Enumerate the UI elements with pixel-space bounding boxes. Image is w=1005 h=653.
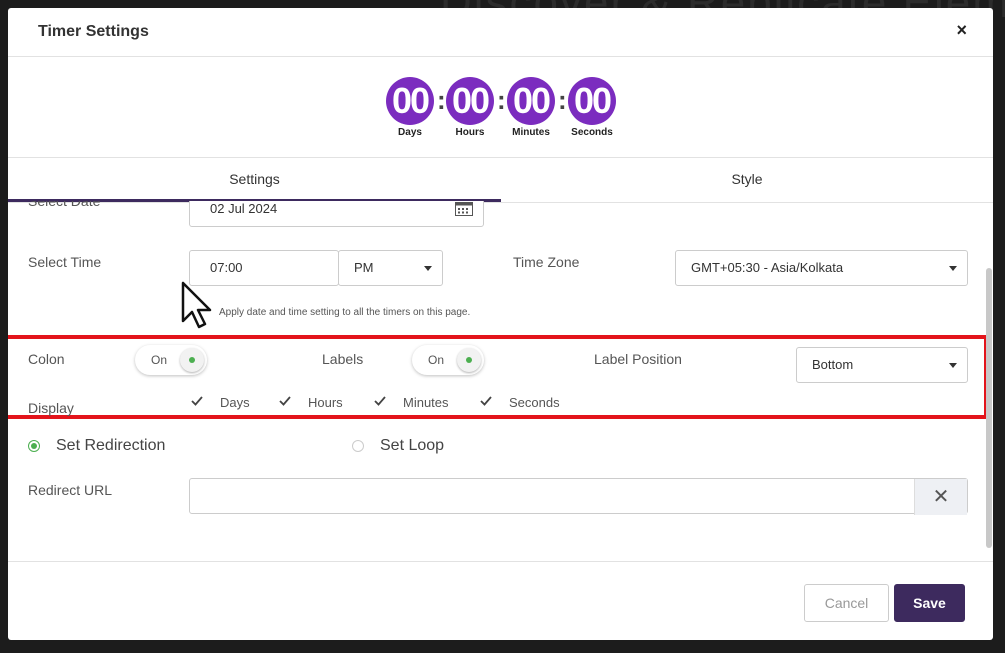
labels-toggle-text: On xyxy=(428,353,445,367)
chevron-down-icon xyxy=(949,266,957,271)
clear-icon[interactable]: ✕ xyxy=(914,479,967,515)
select-date-label: Select Date xyxy=(28,201,101,209)
timer-unit-label: Seconds xyxy=(571,127,613,138)
radio-dot xyxy=(31,443,37,449)
timer-unit-seconds: 00 Seconds xyxy=(568,77,616,138)
toggle-knob xyxy=(457,348,481,372)
tab-bar: Settings Style xyxy=(8,157,993,203)
display-label: Display xyxy=(28,400,74,416)
timer-separator: : xyxy=(437,85,446,115)
select-time-label: Select Time xyxy=(28,254,102,270)
label-position-value: Bottom xyxy=(812,357,854,372)
timer-separator: : xyxy=(497,85,506,115)
radio-selected-icon xyxy=(28,440,40,452)
mouse-cursor-icon xyxy=(181,281,212,329)
radio-label: Set Loop xyxy=(380,437,445,454)
timezone-select[interactable]: GMT+05:30 - Asia/Kolkata xyxy=(675,250,968,286)
timer-digit: 00 xyxy=(446,77,494,125)
timer-unit-label: Hours xyxy=(455,127,485,138)
label-position-select[interactable]: Bottom xyxy=(796,347,968,383)
timer-unit-days: 00 Days xyxy=(386,77,434,138)
redirect-url-input[interactable]: ✕ xyxy=(189,478,968,515)
checkbox-label: Days xyxy=(220,395,250,410)
toggle-on-dot xyxy=(466,357,472,363)
date-value: 02 Jul 2024 xyxy=(210,201,278,216)
timer-unit-label: Minutes xyxy=(512,127,550,138)
close-icon[interactable]: × xyxy=(956,20,967,41)
timer-unit-label: Days xyxy=(398,127,422,138)
timezone-value: GMT+05:30 - Asia/Kolkata xyxy=(691,260,844,275)
timer-digit: 00 xyxy=(507,77,555,125)
timer-unit-hours: 00 Hours xyxy=(446,77,494,138)
tab-style[interactable]: Style xyxy=(501,158,993,202)
timer-preview: 00 Days : 00 Hours : 00 Minutes : 00 Sec… xyxy=(8,57,993,157)
colon-toggle-text: On xyxy=(151,353,168,367)
modal-title: Timer Settings xyxy=(38,23,149,40)
radio-label: Set Redirection xyxy=(56,437,166,454)
ampm-select[interactable]: PM xyxy=(338,250,443,286)
toggle-on-dot xyxy=(189,357,195,363)
checkmark-icon xyxy=(279,396,291,406)
modal-header: Timer Settings × xyxy=(8,8,993,57)
checkmark-icon xyxy=(191,396,203,406)
labels-label: Labels xyxy=(322,351,364,367)
modal-footer: Cancel Save xyxy=(8,561,993,640)
timer-unit-minutes: 00 Minutes xyxy=(507,77,555,138)
timer-digits: 00 Days : 00 Hours : 00 Minutes : 00 Sec… xyxy=(386,77,626,167)
colon-label: Colon xyxy=(28,351,65,367)
date-input[interactable]: 02 Jul 2024 xyxy=(189,201,484,227)
redirect-url-label: Redirect URL xyxy=(28,482,113,498)
save-button[interactable]: Save xyxy=(894,584,965,622)
ampm-value: PM xyxy=(354,260,374,275)
checkbox-label: Minutes xyxy=(403,395,449,410)
settings-panel: Select Date 02 Jul 2024 Select Time 07:0… xyxy=(8,201,993,561)
labels-toggle[interactable]: On xyxy=(412,345,484,375)
chevron-down-icon xyxy=(949,363,957,368)
checkbox-label: Hours xyxy=(308,395,343,410)
cancel-button[interactable]: Cancel xyxy=(804,584,889,622)
apply-hint: Apply date and time setting to all the t… xyxy=(219,307,471,318)
checkbox-label: Seconds xyxy=(509,395,560,410)
timer-separator: : xyxy=(558,85,567,115)
radio-unselected-icon xyxy=(352,440,364,452)
timezone-label: Time Zone xyxy=(513,254,580,270)
scrollbar[interactable] xyxy=(986,268,992,548)
checkmark-icon xyxy=(374,396,386,406)
timer-digit: 00 xyxy=(568,77,616,125)
timer-settings-modal: Timer Settings × 00 Days : 00 Hours : 00… xyxy=(8,8,993,640)
label-position-label: Label Position xyxy=(594,351,682,367)
calendar-icon[interactable] xyxy=(455,202,473,216)
time-value: 07:00 xyxy=(210,260,243,275)
toggle-knob xyxy=(180,348,204,372)
timer-digit: 00 xyxy=(386,77,434,125)
checkmark-icon xyxy=(480,396,492,406)
colon-toggle[interactable]: On xyxy=(135,345,207,375)
chevron-down-icon xyxy=(424,266,432,271)
tab-settings[interactable]: Settings xyxy=(8,158,501,202)
